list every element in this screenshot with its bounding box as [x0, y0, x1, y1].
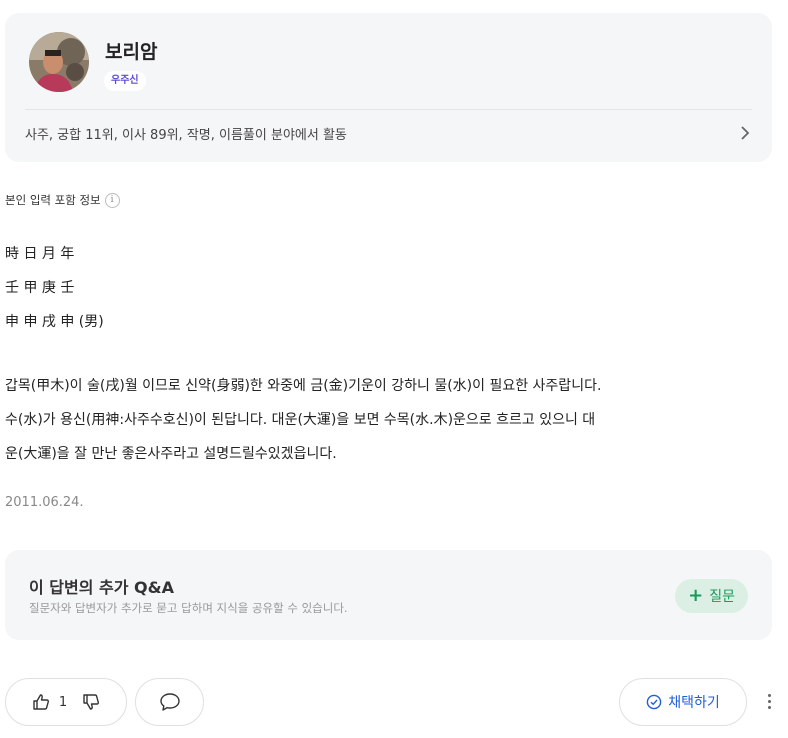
saju-branches-line: 申 申 戌 申 (男) — [5, 314, 104, 330]
comment-button[interactable] — [135, 678, 204, 726]
saju-header-line: 時 日 月 年 — [5, 246, 75, 262]
answer-paragraph: 갑목(甲木)이 술(戌)월 이므로 신약(身弱)한 와중에 금(金)기운이 강하… — [5, 369, 765, 471]
additional-qa-box: 이 답변의 추가 Q&A 질문자와 답변자가 추가로 묻고 답하며 지식을 공유… — [5, 550, 772, 640]
answer-paragraph-line: 갑목(甲木)이 술(戌)월 이므로 신약(身弱)한 와중에 금(金)기운이 강하… — [5, 378, 602, 394]
ask-question-button[interactable]: + 질문 — [675, 579, 748, 613]
like-dislike-group: 1 — [5, 678, 127, 726]
chevron-right-icon[interactable] — [738, 125, 752, 141]
answer-paragraph-line: 운(大運)을 잘 만난 좋은사주라고 설명드릴수있겠읍니다. — [5, 446, 337, 462]
info-label-text: 본인 입력 포함 정보 — [5, 193, 101, 207]
thumbs-up-icon[interactable] — [31, 692, 51, 712]
adopt-answer-button[interactable]: 채택하기 — [619, 678, 747, 726]
more-options-icon[interactable] — [760, 690, 778, 712]
plus-icon: + — [688, 585, 704, 606]
thumbs-down-icon[interactable] — [81, 692, 101, 712]
info-label: 본인 입력 포함 정보 i — [5, 192, 120, 208]
expert-profile-card[interactable]: 보리암 우주신 사주, 궁합 11위, 이사 89위, 작명, 이름풀이 분야에… — [5, 13, 772, 162]
expert-name[interactable]: 보리암 — [105, 37, 157, 64]
info-icon[interactable]: i — [104, 192, 120, 208]
grade-badge: 우주신 — [104, 71, 146, 91]
comment-icon — [159, 693, 180, 711]
qa-title: 이 답변의 추가 Q&A — [29, 578, 174, 597]
ask-question-label: 질문 — [709, 589, 735, 605]
answer-paragraph-line: 수(水)가 용신(用神:사주수호신)이 된답니다. 대운(大運)을 보면 수목(… — [5, 412, 596, 428]
adopt-answer-label: 채택하기 — [668, 695, 720, 711]
qa-subtitle: 질문자와 답변자가 추가로 묻고 답하며 지식을 공유할 수 있습니다. — [29, 601, 348, 615]
avatar[interactable] — [29, 32, 89, 92]
saju-stems-line: 壬 甲 庚 壬 — [5, 280, 75, 296]
check-circle-icon — [646, 694, 662, 710]
divider — [25, 109, 752, 110]
like-count: 1 — [58, 694, 68, 710]
expert-activity-description[interactable]: 사주, 궁합 11위, 이사 89위, 작명, 이름풀이 분야에서 활동 — [25, 124, 347, 143]
answer-date: 2011.06.24. — [5, 495, 84, 510]
